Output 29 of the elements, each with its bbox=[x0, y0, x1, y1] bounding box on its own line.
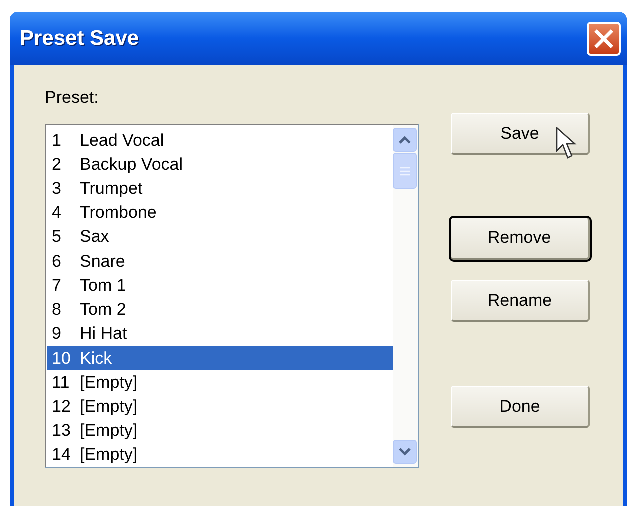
dialog-button[interactable]: Remove bbox=[451, 218, 590, 260]
chevron-down-icon bbox=[399, 448, 411, 456]
preset-row[interactable]: 5 Sax bbox=[47, 224, 393, 250]
preset-row[interactable]: 10 Kick bbox=[47, 346, 393, 370]
dialog-button[interactable]: Rename bbox=[451, 280, 590, 322]
cursor-icon bbox=[556, 127, 578, 161]
close-icon bbox=[594, 28, 614, 48]
grip-icon bbox=[400, 166, 410, 176]
preset-row[interactable]: 12 [Empty] bbox=[47, 394, 393, 419]
preset-row[interactable]: 1 Lead Vocal bbox=[47, 128, 393, 152]
close-button[interactable] bbox=[587, 22, 621, 56]
preset-row[interactable]: 3 Trumpet bbox=[47, 176, 393, 201]
scroll-thumb[interactable] bbox=[393, 153, 417, 189]
preset-row[interactable]: 13 [Empty] bbox=[47, 418, 393, 443]
chevron-up-icon bbox=[399, 136, 411, 144]
preset-row[interactable]: 8 Tom 2 bbox=[47, 298, 393, 322]
preset-row[interactable]: 6 Snare bbox=[47, 249, 393, 274]
preset-label: Preset: bbox=[45, 87, 100, 109]
scroll-up-button[interactable] bbox=[393, 128, 417, 152]
dialog-button[interactable]: Save bbox=[451, 113, 590, 155]
preset-row[interactable]: 11 [Empty] bbox=[47, 370, 393, 394]
dialog-button[interactable]: Done bbox=[451, 386, 590, 428]
scroll-down-button[interactable] bbox=[393, 440, 417, 464]
preset-row[interactable]: 4 Trombone bbox=[47, 200, 393, 225]
window-title: Preset Save bbox=[20, 26, 140, 52]
preset-row[interactable]: 2 Backup Vocal bbox=[47, 152, 393, 176]
preset-row[interactable]: 7 Tom 1 bbox=[47, 273, 393, 298]
preset-row[interactable]: 9 Hi Hat bbox=[47, 322, 393, 346]
preset-row[interactable]: 14 [Empty] bbox=[47, 442, 393, 468]
